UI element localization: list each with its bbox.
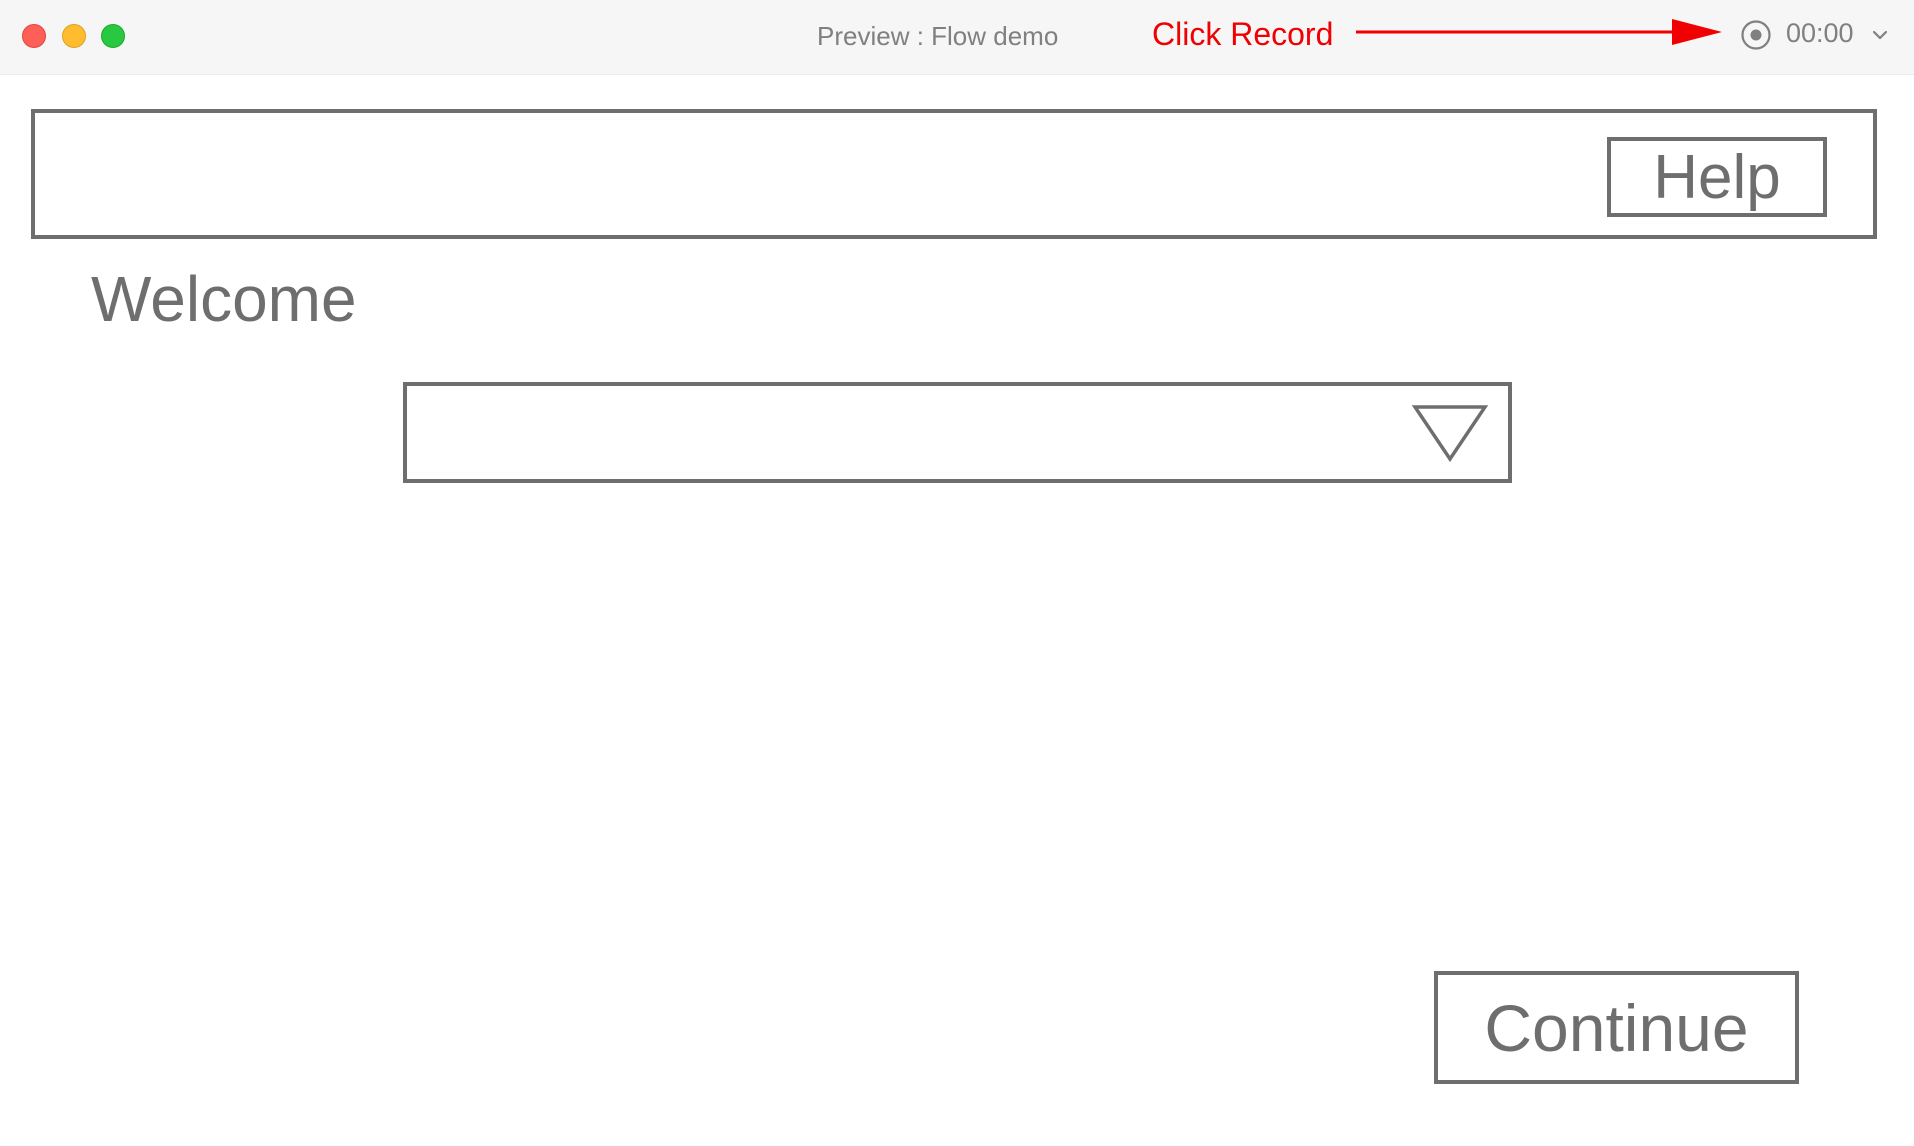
close-window-button[interactable] [22,24,46,48]
record-timer: 00:00 [1786,18,1854,48]
app-window: Preview : Flow demo Click Record 00:00 H… [0,0,1914,1146]
zoom-window-button[interactable] [101,24,125,48]
window-title: Preview : Flow demo [817,21,1059,51]
continue-button[interactable]: Continue [1434,971,1799,1084]
minimize-window-button[interactable] [62,24,86,48]
click-record-annotation: Click Record [1152,16,1334,52]
triangle-down-icon [1412,405,1488,462]
welcome-heading: Welcome [91,263,357,335]
title-bar: Preview : Flow demo Click Record 00:00 [0,0,1914,75]
help-button[interactable]: Help [1607,137,1827,217]
selection-dropdown[interactable] [403,382,1512,483]
annotation-arrow-icon [1356,19,1722,45]
record-icon[interactable] [1740,19,1772,51]
header-bar [31,109,1877,239]
chevron-down-icon[interactable] [1872,28,1888,42]
